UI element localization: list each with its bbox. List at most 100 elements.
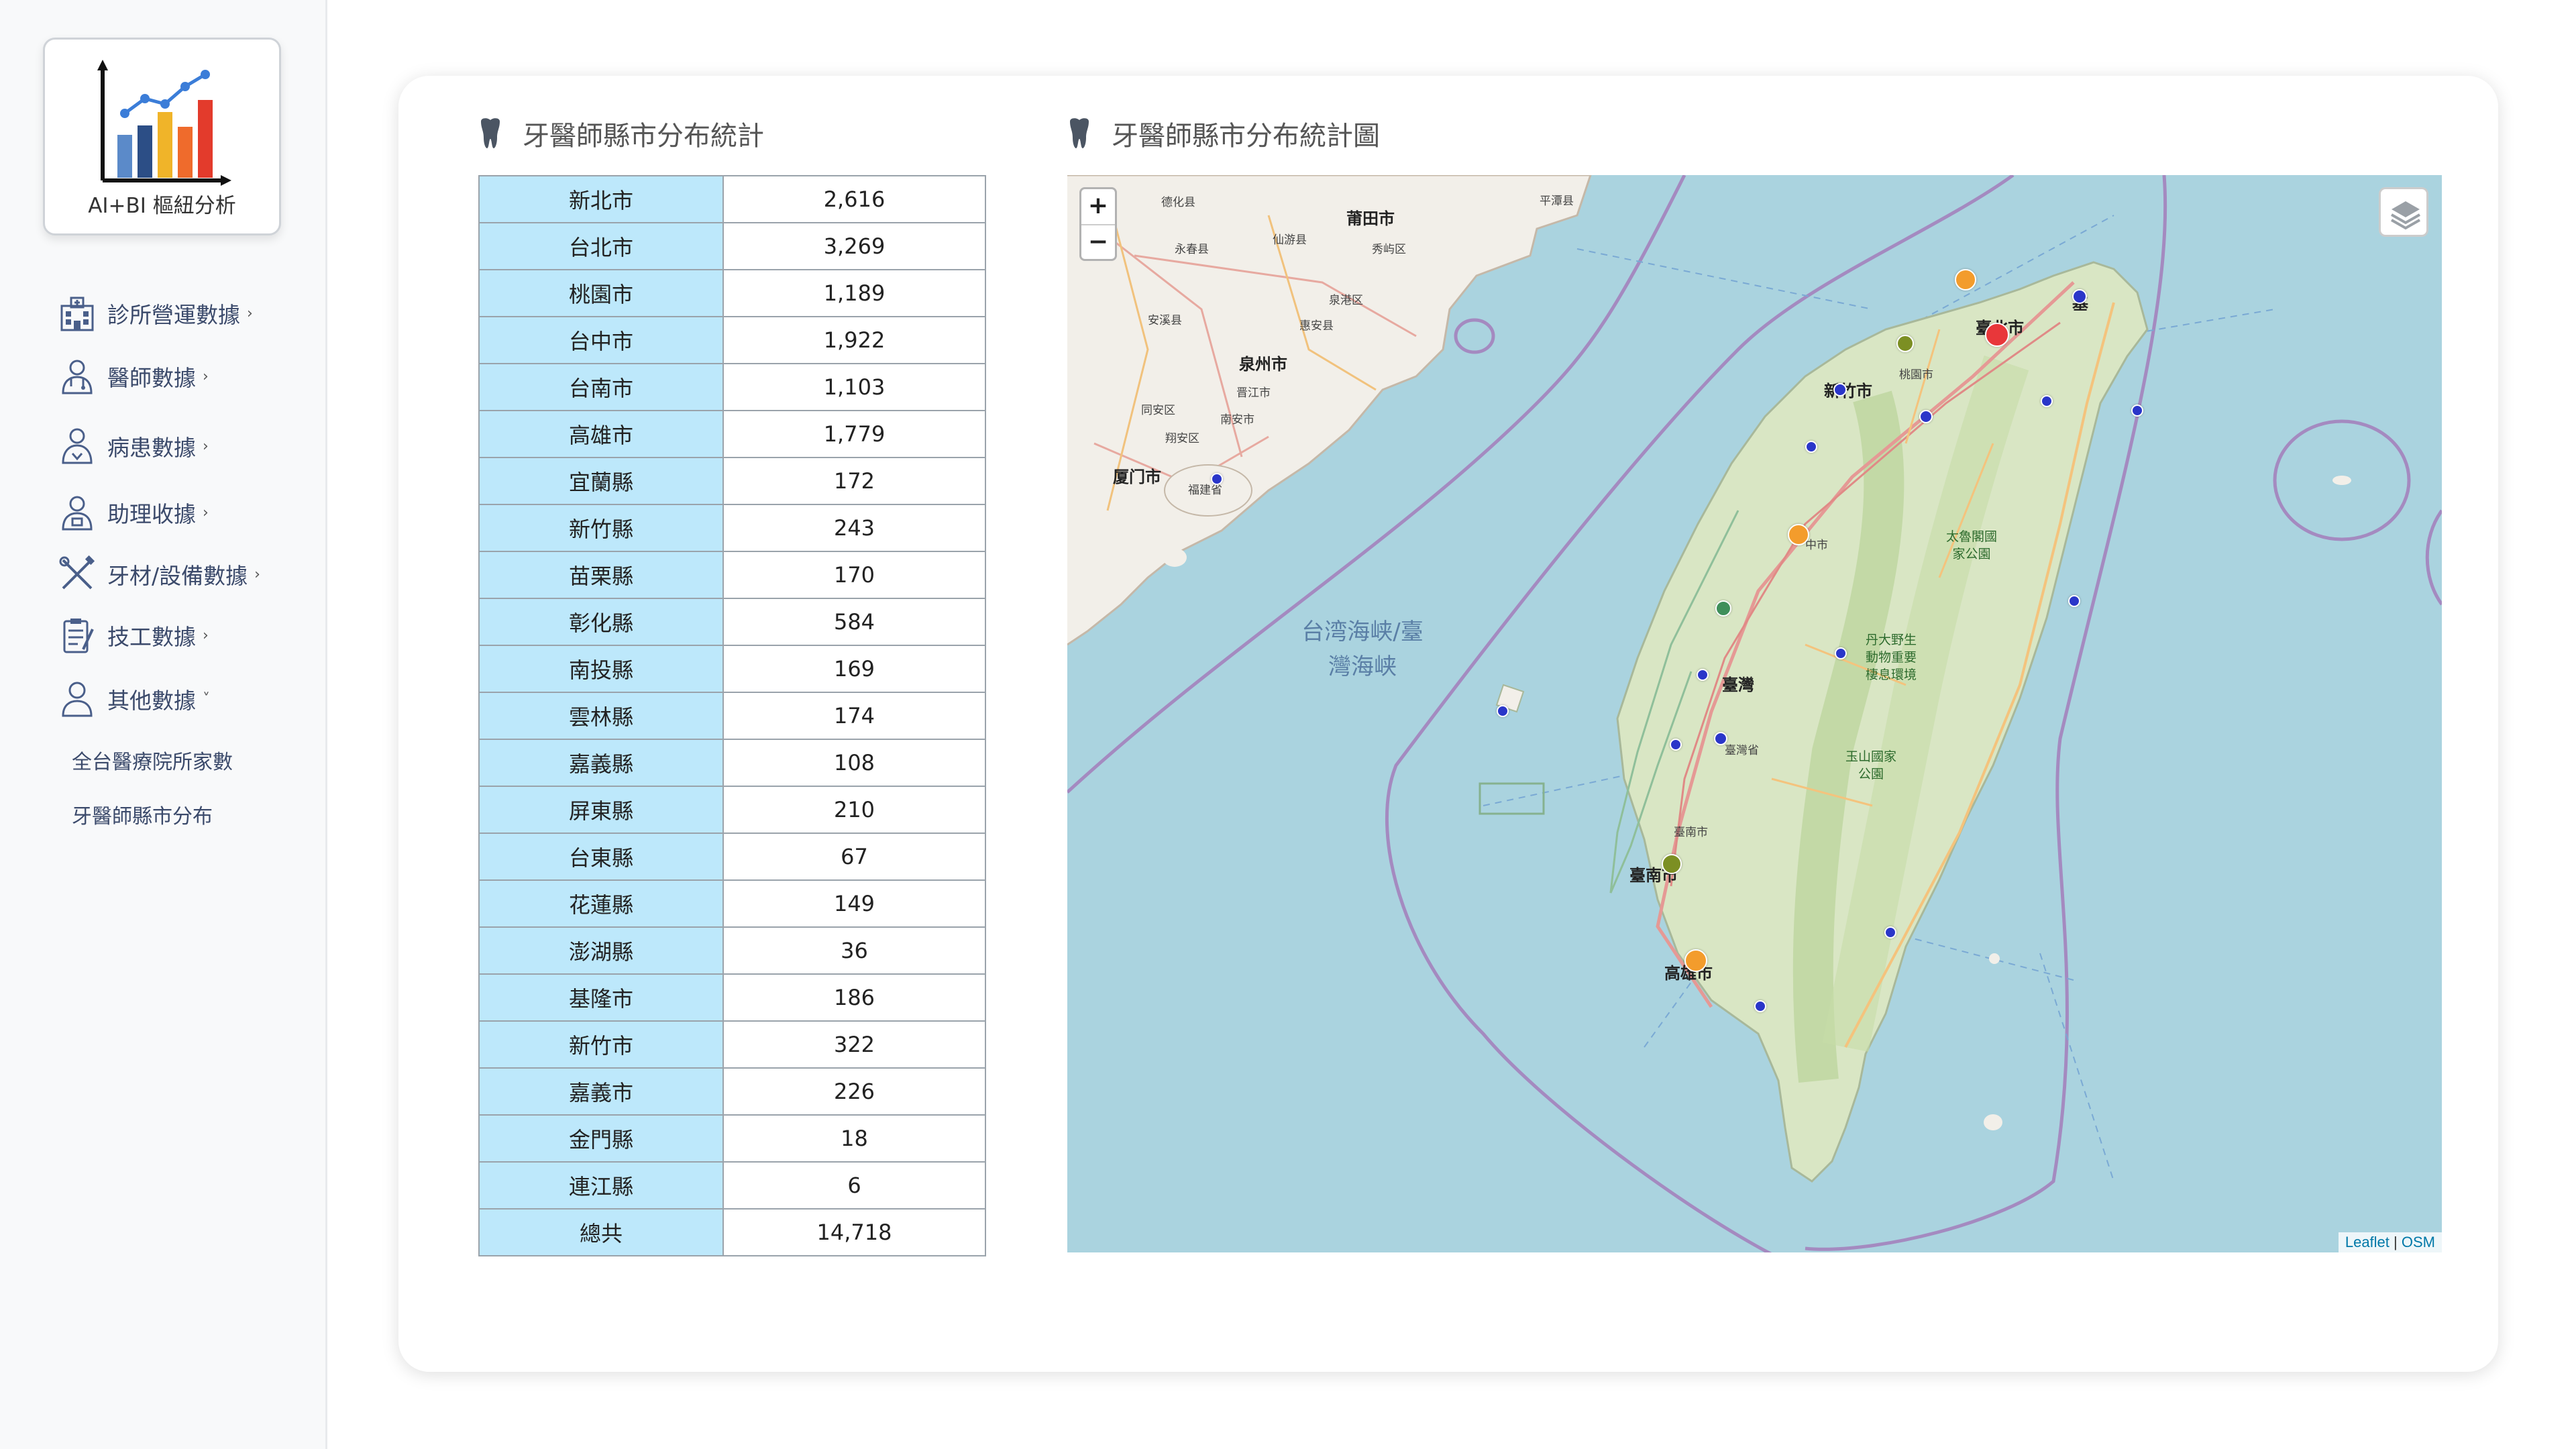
marker-kinmen[interactable]	[1211, 473, 1223, 485]
app-logo[interactable]: AI+BI 樞紐分析	[43, 38, 281, 235]
marker-keelung[interactable]	[2072, 289, 2087, 304]
county-name-cell: 台北市	[478, 222, 724, 270]
marker-yilan[interactable]	[2041, 395, 2053, 407]
nav-label: 其他數據	[107, 688, 196, 714]
zoom-out-button[interactable]: −	[1081, 224, 1115, 259]
label-taroko-park: 太魯閣國 家公園	[1946, 529, 1998, 561]
dentist-count-cell: 226	[722, 1067, 986, 1116]
county-name-cell: 南投縣	[478, 645, 724, 693]
nav-materials-equipment[interactable]: 牙材/設備數據 ›	[58, 554, 260, 594]
chevron-right-icon: ›	[203, 437, 209, 455]
nav-label: 診所營運數據	[107, 302, 240, 328]
nav-doctor-data[interactable]: 醫師數據 ›	[58, 356, 209, 396]
table-row: 總共 14,718	[478, 1208, 986, 1256]
label-taiwan-province: 臺灣省	[1725, 744, 1759, 757]
marker-miaoli[interactable]	[1805, 441, 1817, 453]
county-name-cell: 彰化縣	[478, 598, 724, 646]
label-danda-habitat: 丹大野生 動物重要 棲息環境	[1866, 633, 1917, 682]
nav-clinic-operations[interactable]: 診所營運數據 ›	[58, 293, 253, 333]
dentist-count-cell: 2,616	[722, 175, 986, 223]
marker-penghu[interactable]	[1497, 705, 1509, 717]
chevron-right-icon: ›	[247, 305, 253, 322]
county-name-cell: 雲林縣	[478, 692, 724, 740]
clinic-building-icon	[60, 297, 94, 331]
table-row: 桃園市 1,189	[478, 269, 986, 317]
table-row: 雲林縣 174	[478, 692, 986, 740]
doctor-icon	[62, 360, 93, 394]
nav-technician-data[interactable]: 技工數據 ›	[58, 615, 209, 655]
marker-chiayi-city[interactable]	[1714, 732, 1727, 745]
dentist-count-cell: 67	[722, 833, 986, 881]
chevron-right-icon: ›	[203, 504, 209, 521]
attribution-separator: |	[2394, 1234, 2398, 1250]
label-putian: 莆田市	[1346, 209, 1395, 228]
table-row: 台中市 1,922	[478, 316, 986, 364]
label-xianyou: 仙游县	[1273, 233, 1307, 247]
tooth-icon	[1070, 118, 1089, 148]
marker-tainan[interactable]	[1662, 854, 1682, 874]
dentist-count-cell: 1,922	[722, 316, 986, 364]
table-row: 花蓮縣 149	[478, 879, 986, 928]
marker-taipei[interactable]	[1985, 323, 2009, 347]
marker-kaohsiung[interactable]	[1684, 949, 1707, 972]
county-name-cell: 基隆市	[478, 973, 724, 1022]
label-huian: 惠安县	[1299, 319, 1334, 333]
county-name-cell: 嘉義縣	[478, 739, 724, 787]
label-nanan: 南安市	[1220, 413, 1254, 427]
label-anxi: 安溪县	[1148, 314, 1182, 327]
nav-label: 牙材/設備數據	[107, 563, 248, 589]
table-row: 苗栗縣 170	[478, 551, 986, 599]
marker-lienchiang[interactable]	[2131, 405, 2143, 417]
marker-hualien[interactable]	[2068, 595, 2080, 607]
nav-assistant-receipts[interactable]: 助理收據 ›	[58, 492, 209, 533]
county-name-cell: 花蓮縣	[478, 879, 724, 928]
dentist-count-cell: 172	[722, 457, 986, 505]
sidebar: AI+BI 樞紐分析 診所營運數據 › 醫師數據 › 病患數據 › 助理收據 ›…	[0, 0, 327, 1449]
marker-hsinchu-county[interactable]	[1919, 410, 1933, 423]
label-yushan-park: 玉山國家 公園	[1845, 749, 1897, 782]
subnav-dentist-distribution[interactable]: 牙醫師縣市分布	[72, 800, 213, 829]
marker-new-taipei[interactable]	[1955, 269, 1976, 290]
subnav-medical-institutions[interactable]: 全台醫療院所家數	[72, 745, 233, 775]
distribution-map[interactable]: 台湾海峡/臺 灣海峡 臺北市 基 新竹市 桃園市 中市 臺灣 臺灣省 臺南市 臺…	[1067, 175, 2442, 1252]
table-row: 南投縣 169	[478, 645, 986, 693]
label-xiuyu: 秀屿区	[1372, 243, 1406, 256]
county-name-cell: 新竹市	[478, 1020, 724, 1069]
dentist-count-cell: 14,718	[722, 1208, 986, 1256]
label-tainan-district: 臺南市	[1674, 826, 1708, 839]
leaflet-link[interactable]: Leaflet	[2345, 1234, 2390, 1250]
marker-pingtung[interactable]	[1754, 1000, 1766, 1012]
table-row: 高雄市 1,779	[478, 410, 986, 458]
table-row: 基隆市 186	[478, 973, 986, 1022]
dentist-count-cell: 3,269	[722, 222, 986, 270]
county-name-cell: 嘉義市	[478, 1067, 724, 1116]
table-row: 屏東縣 210	[478, 786, 986, 834]
dentist-count-cell: 1,779	[722, 410, 986, 458]
county-name-cell: 屏東縣	[478, 786, 724, 834]
marker-chiayi-county[interactable]	[1670, 739, 1682, 751]
nav-patient-data[interactable]: 病患數據 ›	[58, 426, 209, 466]
county-name-cell: 台南市	[478, 363, 724, 411]
dentist-count-cell: 174	[722, 692, 986, 740]
osm-link[interactable]: OSM	[2402, 1234, 2435, 1250]
marker-yunlin[interactable]	[1697, 669, 1709, 681]
marker-taitung[interactable]	[1884, 926, 1896, 938]
layers-button[interactable]	[2379, 187, 2428, 237]
clipboard-icon	[63, 619, 94, 653]
county-name-cell: 連江縣	[478, 1161, 724, 1210]
layers-icon	[2391, 201, 2420, 230]
marker-taoyuan[interactable]	[1896, 335, 1914, 352]
dentist-count-cell: 169	[722, 645, 986, 693]
marker-nantou[interactable]	[1835, 647, 1847, 659]
map-attribution: Leaflet | OSM	[2338, 1232, 2442, 1252]
table-row: 嘉義縣 108	[478, 739, 986, 787]
marker-taichung[interactable]	[1788, 524, 1809, 545]
table-row: 新竹市 322	[478, 1020, 986, 1069]
chevron-right-icon: ›	[254, 566, 260, 583]
marker-changhua[interactable]	[1715, 600, 1731, 616]
marker-hsinchu-city[interactable]	[1833, 383, 1847, 396]
nav-other-data[interactable]: 其他數據 ˅	[58, 679, 210, 719]
table-row: 嘉義市 226	[478, 1067, 986, 1116]
zoom-in-button[interactable]: +	[1081, 189, 1115, 224]
county-name-cell: 新北市	[478, 175, 724, 223]
